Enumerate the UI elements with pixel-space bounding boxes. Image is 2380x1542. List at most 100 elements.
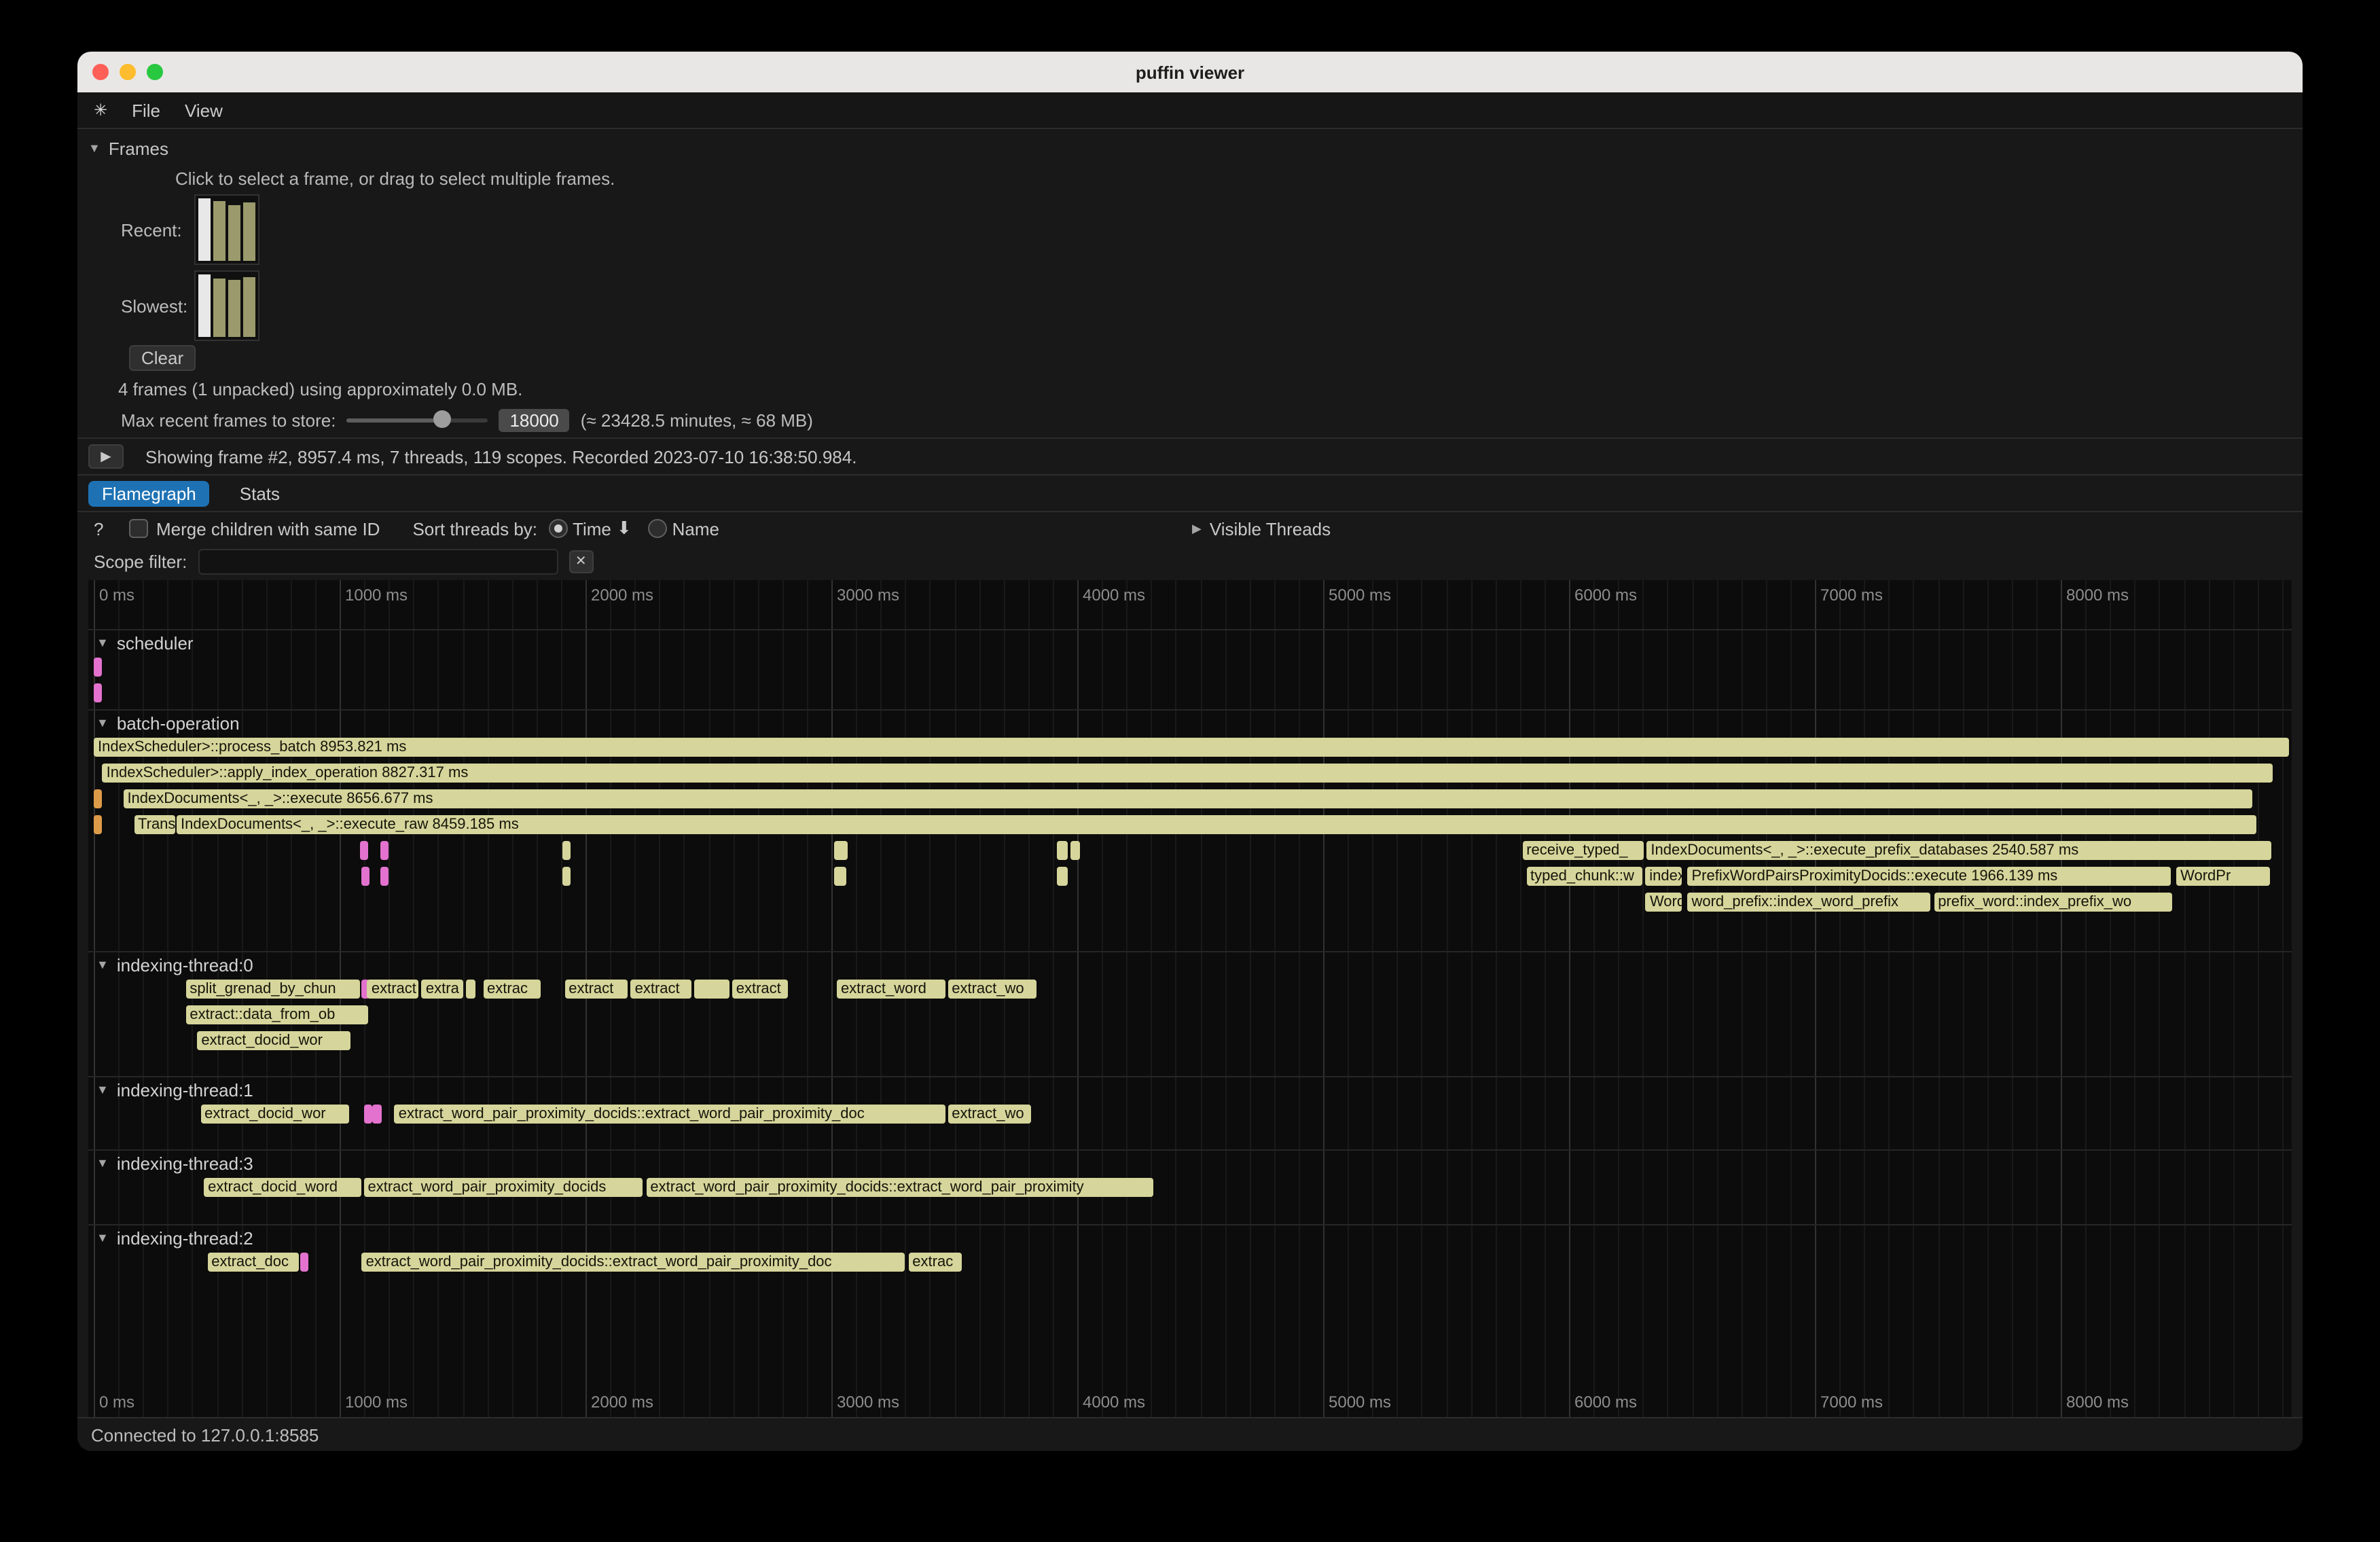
scope-bar[interactable] (361, 841, 369, 860)
scope-row: receive_typed_IndexDocuments<_, _>::exec… (88, 838, 2292, 864)
thread-group-header[interactable]: ▼scheduler (88, 633, 2292, 653)
clear-filter-button[interactable]: ✕ (569, 550, 593, 573)
flamegraph-canvas[interactable]: 0 ms1000 ms2000 ms3000 ms4000 ms5000 ms6… (88, 580, 2292, 1417)
tab-stats[interactable]: Stats (226, 480, 293, 506)
frame-bar[interactable] (213, 279, 226, 337)
scope-bar[interactable]: IndexDocuments<_, _>::execute_prefix_dat… (1646, 841, 2271, 860)
frames-header[interactable]: ▼ Frames (88, 137, 2292, 159)
scope-bar[interactable]: extract_docid_word (204, 1178, 361, 1197)
scope-bar[interactable] (94, 683, 102, 702)
scope-bar[interactable]: IndexDocuments<_, _>::execute 8656.677 m… (123, 789, 2252, 808)
scope-bar[interactable] (563, 867, 571, 886)
scope-bar[interactable] (1057, 867, 1067, 886)
scope-bar[interactable]: IndexScheduler>::process_batch 8953.821 … (94, 738, 2289, 757)
scope-bar[interactable] (372, 1105, 382, 1124)
sort-direction-icon[interactable]: ⬇ (617, 518, 632, 539)
scope-bar[interactable] (466, 980, 475, 999)
frame-bar[interactable] (243, 278, 255, 337)
scope-bar[interactable] (361, 867, 369, 886)
frame-bar[interactable] (228, 204, 240, 261)
scope-bar[interactable]: Word (1646, 893, 1682, 912)
scope-bar[interactable]: typed_chunk::w (1526, 867, 1642, 886)
sort-time-label[interactable]: Time (573, 518, 611, 539)
scope-bar[interactable] (94, 658, 102, 677)
scope-bar[interactable] (300, 1253, 308, 1272)
scope-bar[interactable]: extract_word_pair_proximity_docids::extr… (395, 1105, 945, 1124)
scope-bar[interactable]: extrac (483, 980, 540, 999)
scope-bar[interactable]: extract_wo (948, 980, 1036, 999)
visible-threads-header[interactable]: ▶ Visible Threads (1192, 518, 1331, 539)
max-frames-slider[interactable] (346, 409, 488, 431)
scope-bar[interactable]: PrefixWordPairsProximityDocids::execute … (1687, 867, 2171, 886)
scope-bar[interactable] (1056, 841, 1068, 860)
thread-group-header[interactable]: ▼indexing-thread:1 (88, 1080, 2292, 1100)
frame-bar[interactable] (198, 274, 211, 337)
frame-bar[interactable] (228, 280, 240, 337)
help-button[interactable]: ? (94, 518, 105, 539)
scope-bar[interactable] (380, 841, 389, 860)
scope-bar[interactable]: extrac (908, 1253, 962, 1272)
scope-bar[interactable] (94, 789, 102, 808)
scope-bar[interactable] (694, 980, 729, 999)
scope-bar[interactable]: word_prefix::index_word_prefix (1687, 893, 1930, 912)
scope-bar[interactable]: extract_word_pair_proximity_docids::extr… (646, 1178, 1154, 1197)
sort-time-radio[interactable] (548, 519, 567, 538)
scope-bar[interactable]: extract_word_pair_proximity_docids::extr… (362, 1253, 905, 1272)
zoom-button[interactable] (147, 64, 163, 80)
slider-knob[interactable] (433, 410, 451, 428)
scope-bar[interactable]: receive_typed_ (1522, 841, 1644, 860)
close-button[interactable] (92, 64, 109, 80)
menu-bar: ✳ File View (77, 92, 2303, 128)
frames-header-label: Frames (109, 138, 168, 158)
minimize-button[interactable] (120, 64, 136, 80)
menu-view[interactable]: View (185, 100, 223, 120)
clear-button[interactable]: Clear (129, 345, 196, 371)
recent-frames-thumbnail[interactable] (194, 194, 259, 265)
sort-name-label[interactable]: Name (672, 518, 719, 539)
thread-group-header[interactable]: ▼batch-operation (88, 713, 2292, 734)
scope-bar[interactable]: extract_wo (948, 1105, 1031, 1124)
scope-bar[interactable]: extract_word_pair_proximity_docids (363, 1178, 642, 1197)
scope-bar[interactable]: IndexScheduler>::apply_index_operation 8… (103, 764, 2273, 783)
scope-bar[interactable] (380, 867, 389, 886)
scope-bar[interactable] (1070, 841, 1080, 860)
frame-bar[interactable] (213, 202, 226, 261)
scope-bar[interactable]: extract_word (837, 980, 945, 999)
scope-bar[interactable] (94, 815, 102, 834)
theme-toggle-icon[interactable]: ✳ (94, 101, 107, 120)
scope-bar[interactable]: extract_doc (207, 1253, 299, 1272)
slowest-frames-thumbnail[interactable] (194, 270, 259, 341)
window-titlebar[interactable]: puffin viewer (77, 52, 2303, 92)
thread-group-header[interactable]: ▼indexing-thread:0 (88, 955, 2292, 975)
scope-bar[interactable]: extract_docid_wor (197, 1031, 350, 1050)
scope-bar[interactable]: Trans (134, 815, 175, 834)
scope-filter-input[interactable] (198, 548, 558, 574)
scope-bar[interactable]: extra (422, 980, 464, 999)
scope-bar[interactable]: extract (631, 980, 691, 999)
scope-bar[interactable] (562, 841, 571, 860)
scope-bar[interactable]: WordPr (2176, 867, 2270, 886)
scope-bar[interactable]: index (1645, 867, 1682, 886)
scope-bar[interactable] (363, 1105, 372, 1124)
scope-bar[interactable]: extract (367, 980, 419, 999)
scope-bar[interactable] (835, 867, 846, 886)
tab-flamegraph[interactable]: Flamegraph (88, 480, 210, 506)
max-frames-value[interactable]: 18000 (499, 408, 569, 431)
frame-bar[interactable] (198, 198, 211, 261)
scope-bar[interactable]: extract::data_from_ob (185, 1005, 368, 1024)
scope-bar[interactable]: prefix_word::index_prefix_wo (1934, 893, 2171, 912)
scope-bar[interactable] (834, 841, 848, 860)
merge-children-label[interactable]: Merge children with same ID (156, 518, 380, 539)
merge-children-checkbox[interactable] (129, 519, 148, 538)
menu-file[interactable]: File (132, 100, 160, 120)
scope-bar[interactable]: split_grenad_by_chun (185, 980, 359, 999)
thread-group-header[interactable]: ▼indexing-thread:3 (88, 1153, 2292, 1174)
frame-bar[interactable] (243, 202, 255, 261)
sort-name-radio[interactable] (648, 519, 667, 538)
thread-group-header[interactable]: ▼indexing-thread:2 (88, 1228, 2292, 1249)
scope-bar[interactable]: extract (732, 980, 789, 999)
scope-bar[interactable]: extract_docid_wor (200, 1105, 349, 1124)
scope-bar[interactable]: IndexDocuments<_, _>::execute_raw 8459.1… (177, 815, 2256, 834)
play-button[interactable]: ▶ (88, 444, 124, 469)
scope-bar[interactable]: extract (564, 980, 627, 999)
